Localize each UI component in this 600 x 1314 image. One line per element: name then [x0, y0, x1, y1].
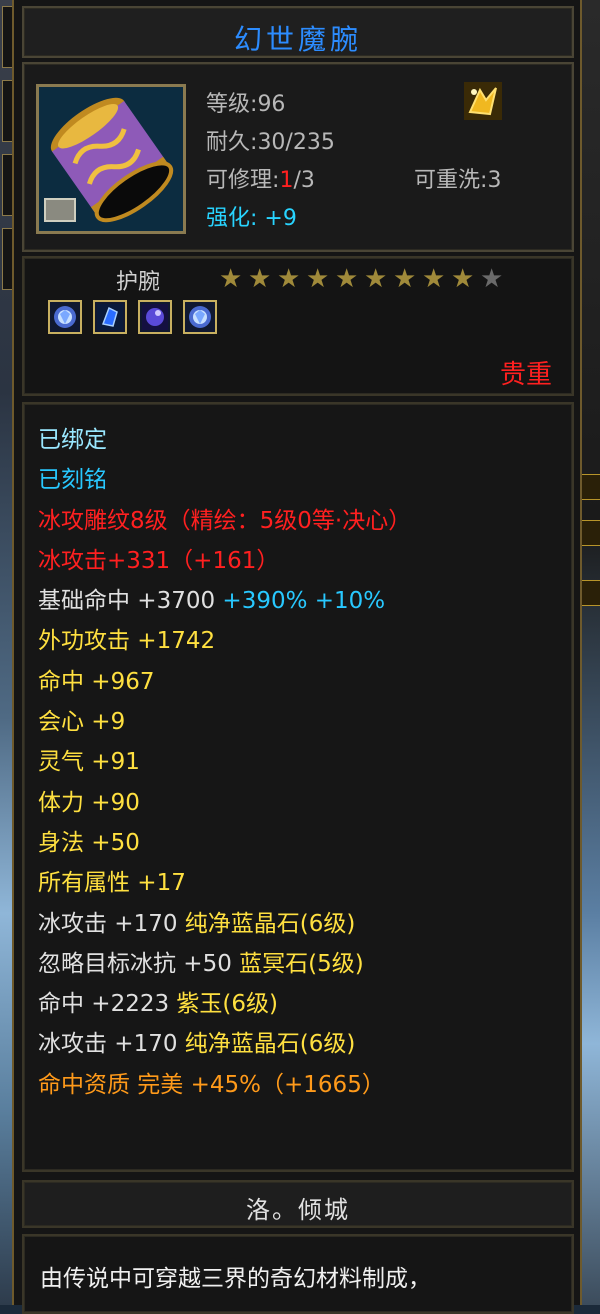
- gem-slots: [48, 300, 223, 340]
- attribute-line: 身法 +50: [38, 823, 411, 863]
- attribute-line: 命中 +2223 紫玉(6级): [38, 984, 411, 1024]
- star-empty-icon: ★: [480, 264, 504, 294]
- attribute-text: 灵气 +91: [38, 749, 140, 776]
- attribute-text: 冰攻击+331（+161）: [38, 547, 280, 574]
- star-filled-icon: ★: [219, 264, 243, 294]
- attributes-panel: 已绑定已刻铭冰攻雕纹8级（精绘：5级0等·决心） 冰攻击+331（+161） 基础命…: [22, 402, 574, 1172]
- attribute-text: 冰攻击 +170: [38, 1031, 178, 1058]
- attribute-text: 身法 +50: [38, 829, 140, 856]
- level-line: 等级:96: [206, 92, 286, 117]
- enhance-line: 强化: +9: [206, 206, 297, 231]
- attribute-line: 忽略目标冰抗 +50 蓝冥石(5级): [38, 944, 411, 984]
- ice-gem-icon: [183, 300, 218, 334]
- attribute-text: 忽略目标冰抗 +50: [38, 950, 232, 977]
- attribute-line: 冰攻击 +170 纯净蓝晶石(6级): [38, 904, 411, 944]
- maker-name: 洛。倾城: [246, 1196, 350, 1224]
- rewash-value: 3: [487, 168, 502, 193]
- attribute-line: 冰攻击+331（+161）: [38, 541, 411, 581]
- attribute-text: 冰攻雕纹8级（精绘：5级0等·决心）: [38, 507, 412, 534]
- title-bar: 幻世魔腕: [22, 6, 574, 58]
- attribute-extra: 蓝冥石(5级): [231, 950, 364, 977]
- attribute-text: 会心 +9: [38, 709, 126, 736]
- attribute-line: 冰攻击 +170 纯净蓝晶石(6级): [38, 1024, 411, 1064]
- golden-quality-icon: [464, 82, 502, 120]
- level-value: 96: [257, 92, 286, 117]
- attribute-line: 已绑定: [38, 420, 411, 460]
- enhance-value: +9: [264, 206, 297, 231]
- attribute-extra: +45%（+1665）: [183, 1071, 385, 1098]
- attribute-line: 所有属性 +17: [38, 863, 411, 903]
- durability-line: 耐久:30/235: [206, 130, 335, 155]
- attribute-line: 已刻铭: [38, 460, 411, 500]
- attribute-text: 基础命中 +3700: [38, 588, 216, 615]
- item-description: 由传说中可穿越三界的奇幻材料制成，: [40, 1266, 431, 1292]
- star-filled-icon: ★: [393, 264, 417, 294]
- repairable-label: 可修理: [206, 168, 273, 193]
- star-filled-icon: ★: [277, 264, 301, 294]
- attribute-text: 外功攻击 +1742: [38, 628, 216, 655]
- attribute-line: 会心 +9: [38, 702, 411, 742]
- durability-value: 30/235: [257, 130, 335, 155]
- attribute-list: 已绑定已刻铭冰攻雕纹8级（精绘：5级0等·决心） 冰攻击+331（+161） 基础命…: [38, 420, 411, 1105]
- ice-gem-icon: [48, 300, 82, 334]
- durability-label: 耐久: [206, 130, 251, 155]
- star-filled-icon: ★: [451, 264, 475, 294]
- star-filled-icon: ★: [422, 264, 446, 294]
- attribute-line: 基础命中 +3700 +390% +10%: [38, 581, 411, 621]
- type-panel: 护腕 ★ ★ ★ ★ ★ ★ ★ ★ ★ ★ 贵重: [22, 256, 574, 396]
- star-filled-icon: ★: [306, 264, 330, 294]
- attribute-line: 外功攻击 +1742: [38, 621, 411, 661]
- attribute-line: 冰攻雕纹8级（精绘：5级0等·决心）: [38, 501, 411, 541]
- attribute-line: 命中 +967: [38, 662, 411, 702]
- item-icon-frame: [36, 84, 186, 234]
- precious-tag: 贵重: [499, 360, 552, 390]
- description-panel: 由传说中可穿越三界的奇幻材料制成，: [22, 1234, 574, 1314]
- star-filled-icon: ★: [364, 264, 388, 294]
- attribute-text: 所有属性 +17: [38, 870, 186, 897]
- rewash-label: 可重洗: [414, 168, 481, 193]
- star-filled-icon: ★: [335, 264, 359, 294]
- attribute-extra: +390% +10%: [215, 588, 386, 615]
- item-tooltip: 幻世魔腕 等级:96 耐久:30/235 可修理:1/3 可重洗:3 强化: +…: [12, 0, 582, 1314]
- attribute-extra: 纯净蓝晶石(6级): [177, 910, 356, 937]
- repairable-total: /3: [293, 168, 315, 193]
- bracer-icon: [39, 87, 183, 231]
- equipment-type: 护腕: [116, 270, 161, 295]
- attribute-text: 冰攻击 +170: [38, 910, 178, 937]
- attribute-line: 灵气 +91: [38, 742, 411, 782]
- attribute-line: 体力 +90: [38, 783, 411, 823]
- attribute-extra: 紫玉(6级): [169, 991, 279, 1018]
- star-rating: ★ ★ ★ ★ ★ ★ ★ ★ ★ ★: [219, 266, 509, 292]
- attribute-extra: 纯净蓝晶石(6级): [177, 1031, 356, 1058]
- attribute-text: 已绑定: [38, 427, 107, 453]
- repairable-current: 1: [279, 168, 294, 193]
- attribute-text: 命中资质 完美: [38, 1071, 184, 1098]
- attribute-line: 命中资质 完美 +45%（+1665）: [38, 1065, 411, 1105]
- attribute-text: 命中 +967: [38, 668, 155, 695]
- purple-jade-gem-icon: [138, 300, 173, 334]
- star-filled-icon: ★: [248, 264, 272, 294]
- item-header: 等级:96 耐久:30/235 可修理:1/3 可重洗:3 强化: +9: [22, 62, 574, 252]
- item-name: 幻世魔腕: [233, 23, 362, 56]
- repairable-line: 可修理:1/3: [206, 168, 315, 193]
- attribute-text: 命中 +2223: [38, 991, 170, 1018]
- attribute-text: 体力 +90: [38, 789, 140, 816]
- maker-panel: 洛。倾城: [22, 1180, 574, 1228]
- enhance-label: 强化: [206, 206, 251, 231]
- blue-crystal-gem-icon: [93, 300, 128, 334]
- attribute-text: 已刻铭: [38, 467, 107, 494]
- level-label: 等级: [206, 92, 251, 117]
- rewash-line: 可重洗:3: [414, 168, 502, 193]
